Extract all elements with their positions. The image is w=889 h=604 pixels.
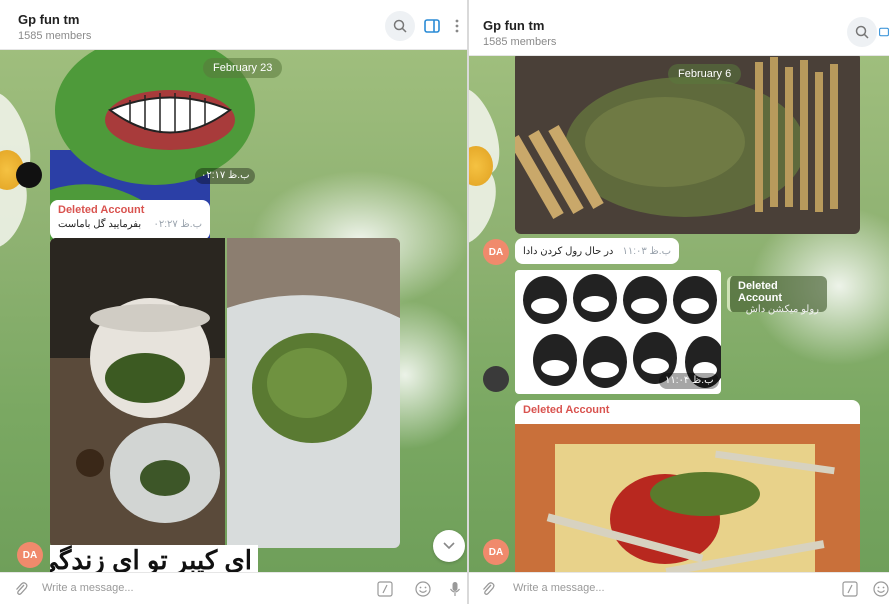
reply-sender: Deleted Account bbox=[738, 280, 782, 304]
message-text: در حال رول کردن دادا bbox=[523, 245, 614, 257]
commands-button[interactable] bbox=[376, 580, 394, 598]
attach-button[interactable] bbox=[479, 580, 497, 598]
attach-button[interactable] bbox=[12, 580, 30, 598]
chat-header: Gp fun tm 1585 members bbox=[0, 0, 467, 50]
message-input[interactable]: Write a message... bbox=[42, 582, 134, 594]
date-separator: February 6 bbox=[668, 64, 742, 84]
meme-timestamp: ب.ظ ۱۱:۰۴ bbox=[659, 373, 720, 389]
album-photo-bucket[interactable] bbox=[50, 238, 225, 548]
chat-window-right: Gp fun tm 1585 members February 6 DA در … bbox=[469, 0, 889, 604]
search-button[interactable] bbox=[847, 17, 877, 47]
chat-window-left: Gp fun tm 1585 members February 23 ب.ظ ۰… bbox=[0, 0, 467, 604]
avatar-da[interactable]: DA bbox=[483, 539, 509, 565]
message-timestamp: ب.ظ ۰۲:۲۷ bbox=[153, 219, 202, 230]
message-sender[interactable]: Deleted Account bbox=[523, 404, 852, 416]
chat-title[interactable]: Gp fun tm bbox=[483, 18, 544, 33]
search-icon bbox=[393, 19, 407, 33]
photo-painting[interactable] bbox=[515, 424, 860, 572]
message-timestamp: ب.ظ ۱۱:۰۳ bbox=[622, 245, 671, 257]
more-vertical-icon bbox=[455, 19, 459, 33]
chat-background: February 23 ب.ظ ۰۲:۱۷ Deleted Account بف… bbox=[0, 50, 467, 572]
more-menu-button[interactable] bbox=[450, 11, 464, 41]
sidebar-panel-icon bbox=[424, 19, 440, 33]
caption-sticker[interactable]: ای کیبر تو ای زندگی bbox=[50, 545, 258, 572]
smiley-icon bbox=[873, 581, 889, 597]
message-input[interactable]: Write a message... bbox=[513, 582, 605, 594]
chat-background: February 6 DA در حال رول کردن دادا ب.ظ ۱… bbox=[469, 56, 889, 572]
voice-button[interactable] bbox=[446, 580, 464, 598]
message-bubble[interactable]: در حال رول کردن دادا ب.ظ ۱۱:۰۳ bbox=[515, 238, 679, 264]
reply-text: رولو میکشن داش bbox=[745, 304, 819, 315]
member-count: 1585 members bbox=[483, 36, 557, 48]
sidebar-toggle-button[interactable] bbox=[879, 17, 889, 47]
paperclip-icon bbox=[16, 582, 28, 595]
date-separator: February 23 bbox=[203, 58, 283, 78]
smiley-icon bbox=[415, 581, 431, 597]
message-text: بفرمایید گل باماست bbox=[58, 219, 142, 230]
sidebar-panel-icon bbox=[879, 27, 889, 37]
slash-command-icon bbox=[377, 581, 393, 597]
emoji-button[interactable] bbox=[414, 580, 432, 598]
sticker-timestamp: ب.ظ ۰۲:۱۷ bbox=[195, 168, 256, 184]
message-sender[interactable]: Deleted Account bbox=[58, 204, 202, 216]
commands-button[interactable] bbox=[841, 580, 859, 598]
chat-header: Gp fun tm 1585 members bbox=[469, 6, 889, 56]
sidebar-toggle-button[interactable] bbox=[420, 11, 444, 41]
avatar[interactable] bbox=[16, 162, 42, 188]
message-composer: Write a message... bbox=[0, 572, 467, 604]
slash-command-icon bbox=[842, 581, 858, 597]
avatar-da[interactable]: DA bbox=[483, 239, 509, 265]
scroll-down-button[interactable] bbox=[433, 530, 465, 562]
avatar[interactable] bbox=[483, 366, 509, 392]
chevron-down-icon bbox=[443, 542, 455, 550]
message-composer: Write a message... bbox=[469, 572, 889, 604]
message-bubble[interactable]: Deleted Account bbox=[515, 400, 860, 424]
search-icon bbox=[855, 25, 869, 39]
avatar-da[interactable]: DA bbox=[17, 542, 43, 568]
emoji-button[interactable] bbox=[873, 580, 889, 598]
message-bubble[interactable]: Deleted Account بفرمایید گل باماست ب.ظ ۰… bbox=[50, 200, 210, 240]
member-count: 1585 members bbox=[18, 30, 92, 42]
caption-text: ای کیبر تو ای زندگی bbox=[50, 545, 252, 572]
search-button[interactable] bbox=[385, 11, 415, 41]
chat-title[interactable]: Gp fun tm bbox=[18, 12, 79, 27]
microphone-icon bbox=[450, 582, 460, 596]
paperclip-icon bbox=[483, 582, 495, 595]
reply-preview[interactable]: Deleted Account رولو میکشن داش bbox=[727, 276, 827, 315]
album-photo-bag[interactable] bbox=[227, 238, 400, 548]
